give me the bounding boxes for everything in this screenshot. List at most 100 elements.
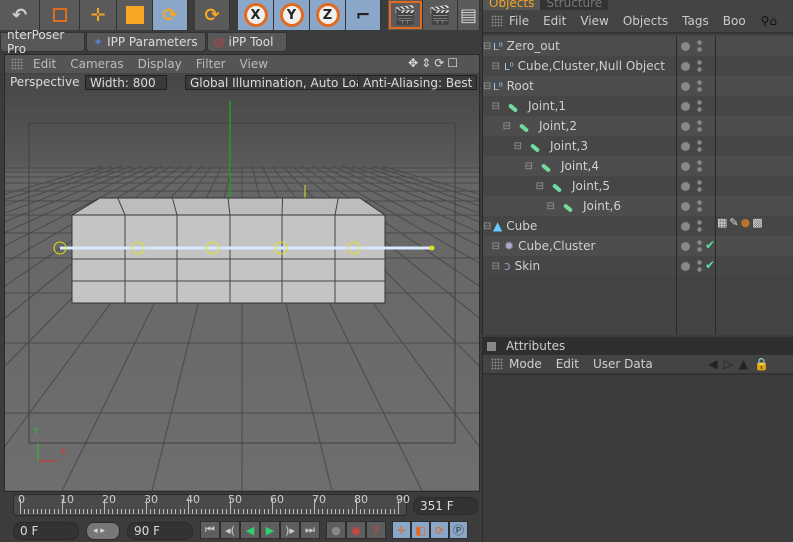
render-dots[interactable] xyxy=(697,139,702,153)
tab-interposer-pro[interactable]: nterPoser Pro xyxy=(0,28,85,56)
rotate-tool-button[interactable]: ⟳ xyxy=(153,0,188,30)
object-row[interactable]: ⊟ ✹ Cube,Cluster ✔ xyxy=(483,236,793,256)
prev-key-button[interactable]: ◂( xyxy=(220,521,240,539)
tab-ipp-parameters[interactable]: ✦ IPP Parameters xyxy=(86,32,206,52)
object-row[interactable]: ⊟ Joint,6 xyxy=(483,196,793,216)
scale-tool-button[interactable] xyxy=(117,0,153,30)
object-row[interactable]: ⊟ L⁰ Cube,Cluster,Null Object xyxy=(483,56,793,76)
search-icon[interactable]: ⚲⌂ xyxy=(761,14,777,28)
view-nav-icons[interactable]: ✥⇕⟳☐ xyxy=(408,56,461,70)
key-scale-button[interactable]: ◧ xyxy=(411,521,430,539)
render-dots[interactable] xyxy=(697,219,702,233)
visibility-dot[interactable] xyxy=(681,242,690,251)
render-dots[interactable] xyxy=(697,79,702,93)
visibility-dot[interactable] xyxy=(681,222,690,231)
world-coord-button[interactable]: ⌐ xyxy=(346,0,381,30)
menu-bookmarks[interactable]: Boo xyxy=(723,14,746,28)
render-dots[interactable] xyxy=(697,59,702,73)
end-frame-field[interactable]: 351 F xyxy=(413,497,478,515)
rotate-alt-button[interactable]: ⟳ xyxy=(195,0,230,30)
move-tool-button[interactable]: ✛ xyxy=(80,0,117,30)
current-frame-field[interactable]: 0 F xyxy=(13,522,79,540)
y-axis-button[interactable]: Y xyxy=(274,0,310,30)
undo-button[interactable]: ↶ xyxy=(0,0,40,30)
render-dots[interactable] xyxy=(697,239,702,253)
object-row[interactable]: ⊟ Joint,4 xyxy=(483,156,793,176)
visibility-dot[interactable] xyxy=(681,122,690,131)
key-icon[interactable]: ● xyxy=(326,521,346,539)
menu-objects[interactable]: Objects xyxy=(623,14,668,28)
record-button[interactable]: ◉ xyxy=(346,521,366,539)
menu-display[interactable]: Display xyxy=(138,57,182,71)
visibility-dot[interactable] xyxy=(681,182,690,191)
enabled-check-icon[interactable]: ✔ xyxy=(705,238,715,252)
tab-objects[interactable]: Objects xyxy=(483,0,541,10)
3d-scene[interactable] xyxy=(5,73,479,491)
object-row[interactable]: ⊟ Joint,5 xyxy=(483,176,793,196)
visibility-dot[interactable] xyxy=(681,82,690,91)
object-row[interactable]: ⊟ L⁰ Zero_out xyxy=(483,36,793,56)
object-row[interactable]: ⊟ ↄ Skin ✔ xyxy=(483,256,793,276)
key-param-button[interactable]: Ⓟ xyxy=(449,521,468,539)
render-picture-button[interactable]: 🎬 xyxy=(423,0,458,30)
camera-label[interactable]: Perspective xyxy=(6,75,84,90)
visibility-dot[interactable] xyxy=(681,262,690,271)
key-rotation-button[interactable]: ⟳ xyxy=(430,521,449,539)
menu-user-data[interactable]: User Data xyxy=(593,357,653,371)
enabled-check-icon[interactable]: ✔ xyxy=(705,258,715,272)
frame-step-buttons[interactable]: ◂ ▸ xyxy=(86,522,120,540)
menu-edit[interactable]: Edit xyxy=(543,14,566,28)
visibility-dot[interactable] xyxy=(681,202,690,211)
key-position-button[interactable]: ✛ xyxy=(392,521,411,539)
render-dots[interactable] xyxy=(697,39,702,53)
render-dots[interactable] xyxy=(697,119,702,133)
cube-tags[interactable]: ▦✎●▩ xyxy=(717,216,765,229)
x-axis-button[interactable]: X xyxy=(238,0,274,30)
visibility-dot[interactable] xyxy=(681,142,690,151)
menu-edit[interactable]: Edit xyxy=(556,357,579,371)
render-view-button[interactable]: 🎬 xyxy=(388,0,423,30)
visibility-dot[interactable] xyxy=(681,42,690,51)
drag-handle-icon[interactable] xyxy=(491,358,503,370)
tab-structure[interactable]: Structure xyxy=(540,0,609,10)
menu-view[interactable]: View xyxy=(580,14,608,28)
help-button[interactable]: ? xyxy=(366,521,386,539)
menu-mode[interactable]: Mode xyxy=(509,357,542,371)
object-name: Joint,5 xyxy=(572,179,610,193)
nav-arrows-icon[interactable]: ◀▷▲🔒 xyxy=(708,357,775,371)
render-dots[interactable] xyxy=(697,199,702,213)
render-dots[interactable] xyxy=(697,179,702,193)
objects-panel: Objects Structure File Edit View Objects… xyxy=(482,0,793,335)
drag-handle-icon[interactable] xyxy=(491,15,503,27)
select-tool-button[interactable] xyxy=(40,0,80,30)
object-row[interactable]: ⊟ L⁰ Root xyxy=(483,76,793,96)
object-row[interactable]: ⊟ Joint,2 xyxy=(483,116,793,136)
visibility-dot[interactable] xyxy=(681,162,690,171)
max-frame-field[interactable]: 90 F xyxy=(127,522,193,540)
go-end-button[interactable]: ⏭ xyxy=(300,521,320,539)
menu-cameras[interactable]: Cameras xyxy=(70,57,123,71)
object-row[interactable]: ⊟ Joint,1 xyxy=(483,96,793,116)
visibility-dot[interactable] xyxy=(681,62,690,71)
menu-file[interactable]: File xyxy=(509,14,529,28)
go-start-button[interactable]: ⏮ xyxy=(200,521,220,539)
render-dots[interactable] xyxy=(697,159,702,173)
play-backward-button[interactable]: ◀ xyxy=(240,521,260,539)
render-dots[interactable] xyxy=(697,259,702,273)
cluster-icon: ✹ xyxy=(504,239,515,253)
render-settings-button[interactable]: ▤ xyxy=(458,0,480,30)
object-name: Joint,1 xyxy=(528,99,566,113)
timeline-ruler[interactable]: 0 10 20 30 40 50 60 70 80 90 xyxy=(13,493,410,516)
drag-handle-icon[interactable] xyxy=(11,58,23,70)
tab-ipp-tool[interactable]: ◎ iPP Tool xyxy=(207,32,287,52)
menu-edit[interactable]: Edit xyxy=(33,57,56,71)
menu-view[interactable]: View xyxy=(240,57,268,71)
menu-filter[interactable]: Filter xyxy=(196,57,226,71)
object-row[interactable]: ⊟ Joint,3 xyxy=(483,136,793,156)
z-axis-button[interactable]: Z xyxy=(310,0,346,30)
render-dots[interactable] xyxy=(697,99,702,113)
menu-tags[interactable]: Tags xyxy=(682,14,709,28)
play-forward-button[interactable]: ▶ xyxy=(260,521,280,539)
visibility-dot[interactable] xyxy=(681,102,690,111)
next-key-button[interactable]: )▸ xyxy=(280,521,300,539)
